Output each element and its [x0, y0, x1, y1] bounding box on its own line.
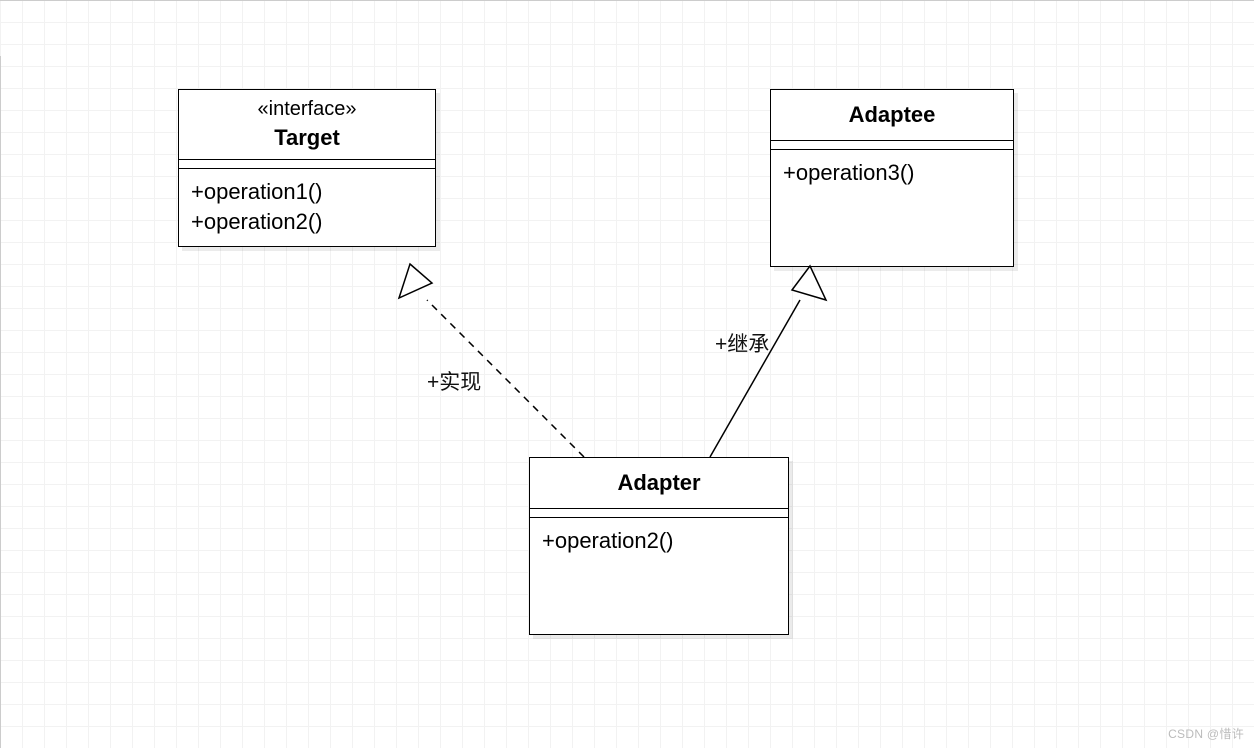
class-adaptee-title: Adaptee: [771, 90, 1013, 141]
realize-edge-label: +实现: [427, 366, 481, 396]
top-rule: [0, 0, 1254, 1]
adaptee-attr-sep: [771, 141, 1013, 150]
adapter-name: Adapter: [538, 468, 780, 498]
class-target-title: «interface» Target: [179, 90, 435, 160]
adaptee-name: Adaptee: [779, 100, 1005, 130]
watermark: CSDN @惜许: [1168, 725, 1244, 742]
target-attr-sep: [179, 160, 435, 169]
class-adaptee: Adaptee +operation3(): [770, 89, 1014, 267]
target-operations: +operation1() +operation2(): [179, 169, 435, 247]
class-adapter: Adapter +operation2(): [529, 457, 789, 635]
target-op1: +operation1(): [191, 177, 423, 208]
target-stereotype: «interface»: [187, 96, 427, 123]
adaptee-operations: +operation3(): [771, 150, 1013, 197]
adapter-attr-sep: [530, 509, 788, 518]
inherit-edge-label: +继承: [715, 328, 769, 358]
adapter-op1: +operation2(): [542, 526, 776, 557]
left-rule: [0, 56, 1, 748]
target-op2: +operation2(): [191, 207, 423, 238]
target-name: Target: [187, 123, 427, 153]
adapter-operations: +operation2(): [530, 518, 788, 565]
class-adapter-title: Adapter: [530, 458, 788, 509]
class-target: «interface» Target +operation1() +operat…: [178, 89, 436, 247]
adaptee-op1: +operation3(): [783, 158, 1001, 189]
